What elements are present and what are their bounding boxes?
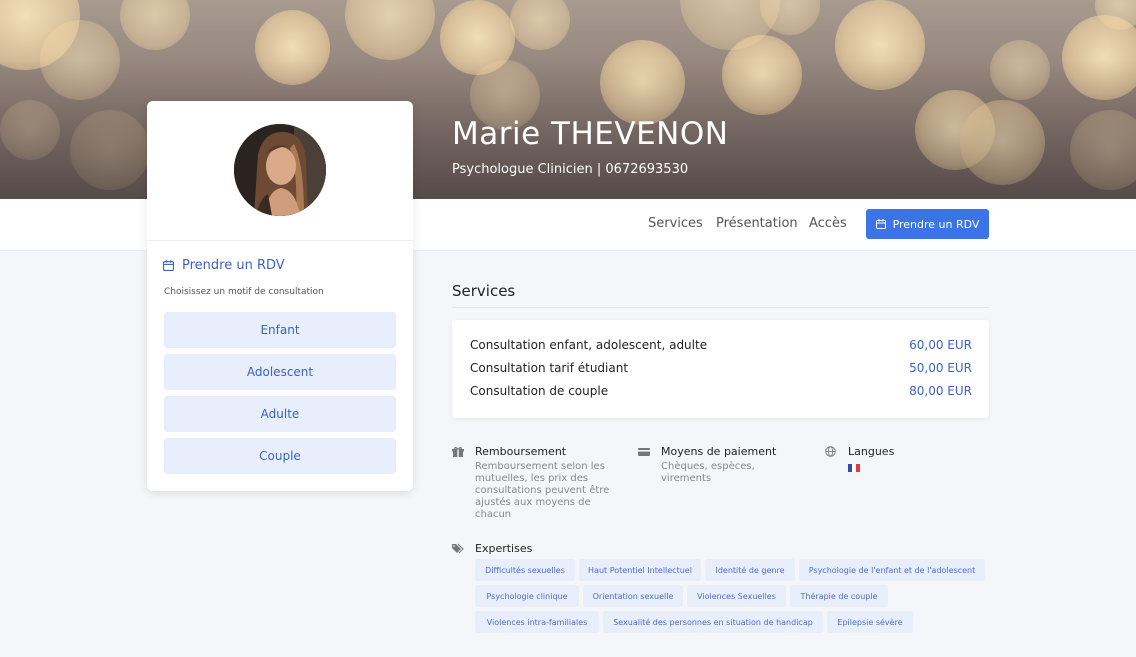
remboursement-title: Remboursement (475, 445, 567, 458)
motif-button-couple[interactable]: Couple (164, 438, 396, 474)
service-row: Consultation enfant, adolescent, adulte … (470, 338, 972, 352)
tags-icon (452, 543, 464, 554)
remboursement-line: chacun (475, 509, 512, 520)
booking-hint: Choisissez un motif de consultation (164, 287, 324, 297)
remboursement-line: ajustés aux moyens de (475, 497, 591, 508)
avatar (234, 124, 326, 216)
motif-button-adolescent[interactable]: Adolescent (164, 354, 396, 390)
motif-button-adulte[interactable]: Adulte (164, 396, 396, 432)
remboursement-line: consultations peuvent être (475, 485, 610, 496)
services-list: Consultation enfant, adolescent, adulte … (452, 320, 989, 418)
expertise-tag[interactable]: Haut Potentiel Intellectuel (579, 559, 701, 581)
booking-card-title[interactable]: Prendre un RDV (163, 258, 285, 273)
booking-card-title-label: Prendre un RDV (182, 258, 285, 273)
langues-title: Langues (848, 445, 895, 458)
service-price: 50,00 EUR (909, 361, 972, 375)
book-appointment-button[interactable]: Prendre un RDV (866, 209, 989, 239)
profile-photo (234, 124, 326, 216)
services-heading: Services (452, 282, 516, 300)
french-flag-icon (848, 464, 860, 472)
nav-link-services[interactable]: Services (648, 216, 703, 231)
booking-card: Prendre un RDV Choisissez un motif de co… (147, 101, 413, 491)
profile-name: Marie THEVENON (452, 116, 729, 152)
remboursement-line: Remboursement selon les (475, 461, 605, 472)
gift-icon (452, 447, 464, 457)
service-name: Consultation enfant, adolescent, adulte (470, 338, 708, 352)
expertise-tag[interactable]: Epilepsie sévère (827, 611, 913, 633)
service-price: 80,00 EUR (909, 384, 972, 398)
profile-subtitle: Psychologue Clinicien | 0672693530 (452, 162, 689, 177)
service-price: 60,00 EUR (909, 338, 972, 352)
service-row: Consultation tarif étudiant 50,00 EUR (470, 361, 972, 375)
remboursement-line: mutuelles, les prix des (475, 473, 589, 484)
expertise-tag[interactable]: Orientation sexuelle (583, 585, 683, 607)
service-name: Consultation de couple (470, 384, 609, 398)
motif-button-enfant[interactable]: Enfant (164, 312, 396, 348)
expertise-tag[interactable]: Thérapie de couple (790, 585, 888, 607)
divider (452, 307, 989, 308)
expertise-tag[interactable]: Identité de genre (705, 559, 795, 581)
service-name: Consultation tarif étudiant (470, 361, 629, 375)
paiement-line: virements (661, 473, 712, 484)
paiement-text: Chèques, espèces, virements (661, 461, 755, 485)
calendar-icon (875, 219, 886, 229)
expertise-tag[interactable]: Sexualité des personnes en situation de … (603, 611, 823, 633)
calendar-icon (163, 260, 174, 271)
nav-link-acces[interactable]: Accès (809, 216, 847, 231)
remboursement-text: Remboursement selon les mutuelles, les p… (475, 461, 609, 521)
expertise-tag[interactable]: Difficultés sexuelles (475, 559, 575, 581)
service-row: Consultation de couple 80,00 EUR (470, 384, 972, 398)
expertise-tag[interactable]: Psychologie clinique (475, 585, 579, 607)
expertise-tag[interactable]: Psychologie de l'enfant et de l'adolesce… (799, 559, 985, 581)
credit-card-icon (638, 448, 650, 456)
avatar-section (147, 101, 413, 241)
expertises-title: Expertises (475, 542, 533, 555)
book-appointment-label: Prendre un RDV (892, 217, 980, 231)
globe-icon (825, 446, 836, 457)
expertise-tag[interactable]: Violences intra-familiales (475, 611, 599, 633)
expertise-tag[interactable]: Violences Sexuelles (687, 585, 786, 607)
nav-link-presentation[interactable]: Présentation (716, 216, 798, 231)
paiement-title: Moyens de paiement (661, 445, 777, 458)
paiement-line: Chèques, espèces, (661, 461, 755, 472)
